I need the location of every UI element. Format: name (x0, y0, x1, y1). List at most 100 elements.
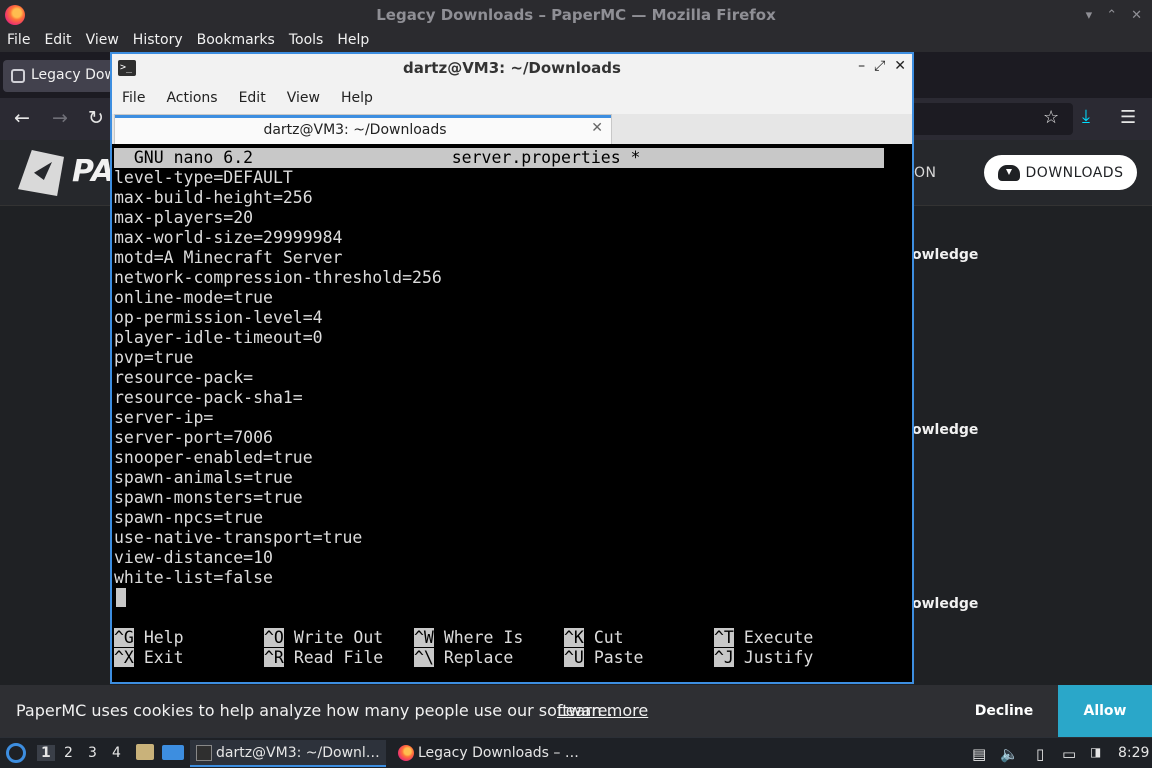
shortcut-label: Cut (593, 628, 624, 647)
file-line: max-build-height=256 (114, 188, 313, 207)
close-icon[interactable]: ✕ (1131, 8, 1142, 23)
taskbar-firefox-task[interactable]: Legacy Downloads – … (392, 740, 592, 767)
knowledge-link[interactable]: owledge (912, 596, 978, 612)
workspace-2[interactable]: 2 (64, 745, 73, 761)
maximize-icon[interactable]: ⌃ (1106, 8, 1117, 23)
terminal-tab[interactable]: dartz@VM3: ~/Downloads ✕ (114, 114, 612, 144)
file-line: pvp=true (114, 348, 194, 367)
menu-edit[interactable]: Edit (229, 82, 277, 114)
site-logo-text[interactable]: PA (72, 154, 114, 189)
workspace-3[interactable]: 3 (88, 745, 97, 761)
menu-edit[interactable]: Edit (37, 30, 78, 52)
shortcut-key: ^G (114, 628, 134, 647)
notification-icon[interactable]: ◨ (1090, 745, 1101, 759)
file-line: resource-pack-sha1= (114, 388, 303, 407)
nano-shortcut[interactable]: ^W Where Is (414, 628, 523, 648)
decline-button[interactable]: Decline (962, 685, 1046, 737)
cookie-banner: PaperMC uses cookies to help analyze how… (0, 685, 1152, 737)
workspace-1[interactable]: 1 (37, 745, 55, 761)
firefox-window-title: Legacy Downloads – PaperMC — Mozilla Fir… (376, 6, 776, 24)
file-line: spawn-animals=true (114, 468, 293, 487)
nano-shortcut[interactable]: ^\ Replace (414, 648, 513, 668)
nano-header: GNU nano 6.2 server.properties * (114, 148, 884, 168)
file-manager-icon[interactable] (136, 744, 154, 760)
terminal-window-title: dartz@VM3: ~/Downloads (403, 59, 621, 77)
shortcut-label: Write Out (293, 628, 384, 647)
firefox-menubar: File Edit View History Bookmarks Tools H… (0, 30, 1152, 52)
start-menu-icon[interactable] (6, 743, 26, 763)
nano-shortcut[interactable]: ^G Help (114, 628, 184, 648)
menu-file[interactable]: File (112, 82, 156, 114)
menu-history[interactable]: History (126, 30, 190, 52)
shortcut-label: Where Is (443, 628, 524, 647)
taskbar: 1 2 3 4 dartz@VM3: ~/Downl… Legacy Downl… (0, 737, 1152, 768)
menu-help[interactable]: Help (331, 82, 384, 114)
file-line: view-distance=10 (114, 548, 273, 567)
show-desktop-icon[interactable] (162, 745, 184, 760)
shortcut-key: ^O (264, 628, 284, 647)
bookmark-star-icon[interactable]: ☆ (1043, 107, 1059, 128)
file-line: max-players=20 (114, 208, 254, 227)
terminal-titlebar[interactable]: >_ dartz@VM3: ~/Downloads – ⤢ ✕ (112, 54, 912, 82)
clipboard-icon[interactable]: ▤ (972, 745, 986, 763)
nano-shortcut[interactable]: ^O Write Out (264, 628, 383, 648)
network-icon[interactable]: ▭ (1062, 745, 1076, 763)
download-arrow-icon[interactable]: ⤓ (1082, 106, 1090, 127)
menu-bookmarks[interactable]: Bookmarks (190, 30, 282, 52)
menu-view[interactable]: View (79, 30, 126, 52)
file-line: spawn-monsters=true (114, 488, 303, 507)
file-line: server-ip= (114, 408, 214, 427)
knowledge-link[interactable]: owledge (912, 422, 978, 438)
shortcut-label: Help (143, 628, 184, 647)
menu-view[interactable]: View (277, 82, 331, 114)
cookie-message: PaperMC uses cookies to help analyze how… (16, 701, 613, 720)
nano-shortcut[interactable]: ^K Cut (564, 628, 624, 648)
file-line: white-list=false (114, 568, 273, 587)
menu-tools[interactable]: Tools (282, 30, 331, 52)
close-tab-icon[interactable]: ✕ (591, 120, 603, 136)
terminal-icon (196, 745, 212, 761)
text-cursor (116, 588, 126, 607)
shortcut-label: Execute (743, 628, 814, 647)
menu-file[interactable]: File (0, 30, 37, 52)
minimize-icon[interactable]: ▾ (1086, 8, 1093, 23)
file-line: resource-pack= (114, 368, 254, 387)
menu-help[interactable]: Help (330, 30, 376, 52)
nav-link[interactable]: ON (914, 165, 937, 181)
back-arrow-icon[interactable]: ← (14, 107, 30, 129)
notes-icon[interactable]: ▯ (1036, 745, 1044, 763)
nano-shortcut[interactable]: ^U Paste (564, 648, 643, 668)
taskbar-terminal-task[interactable]: dartz@VM3: ~/Downl… (190, 740, 386, 767)
file-line: op-permission-level=4 (114, 308, 323, 327)
shortcut-key: ^R (264, 648, 284, 667)
menu-actions[interactable]: Actions (156, 82, 228, 114)
nano-shortcut[interactable]: ^X Exit (114, 648, 184, 668)
nano-editor[interactable]: GNU nano 6.2 server.properties * level-t… (114, 144, 910, 682)
clock[interactable]: 8:29 (1118, 745, 1149, 761)
minimize-icon[interactable]: – (858, 58, 865, 74)
shortcut-label: Read File (293, 648, 384, 667)
shortcut-key: ^X (114, 648, 134, 667)
downloads-button[interactable]: DOWNLOADS (984, 155, 1137, 190)
shortcut-key: ^J (714, 648, 734, 667)
reload-icon[interactable]: ↻ (88, 107, 104, 129)
nano-shortcut[interactable]: ^R Read File (264, 648, 383, 668)
file-line: level-type=DEFAULT (114, 168, 293, 187)
hamburger-menu-icon[interactable]: ☰ (1120, 107, 1136, 128)
maximize-icon[interactable]: ⤢ (874, 58, 885, 74)
shortcut-key: ^W (414, 628, 434, 647)
nano-shortcut[interactable]: ^T Execute (714, 628, 813, 648)
learn-more-link[interactable]: Learn more (557, 701, 648, 720)
volume-icon[interactable]: 🔈 (1000, 745, 1019, 763)
file-line: use-native-transport=true (114, 528, 363, 547)
forward-arrow-icon[interactable]: → (52, 107, 68, 129)
knowledge-link[interactable]: owledge (912, 247, 978, 263)
page-icon (11, 69, 25, 83)
terminal-menubar: File Actions Edit View Help (112, 82, 912, 114)
tab-label: Legacy Dow (31, 67, 116, 83)
nano-shortcut[interactable]: ^J Justify (714, 648, 813, 668)
workspace-4[interactable]: 4 (112, 745, 121, 761)
taskbar-task-label: dartz@VM3: ~/Downl… (216, 745, 380, 761)
close-icon[interactable]: ✕ (894, 58, 906, 74)
allow-button[interactable]: Allow (1058, 685, 1152, 737)
